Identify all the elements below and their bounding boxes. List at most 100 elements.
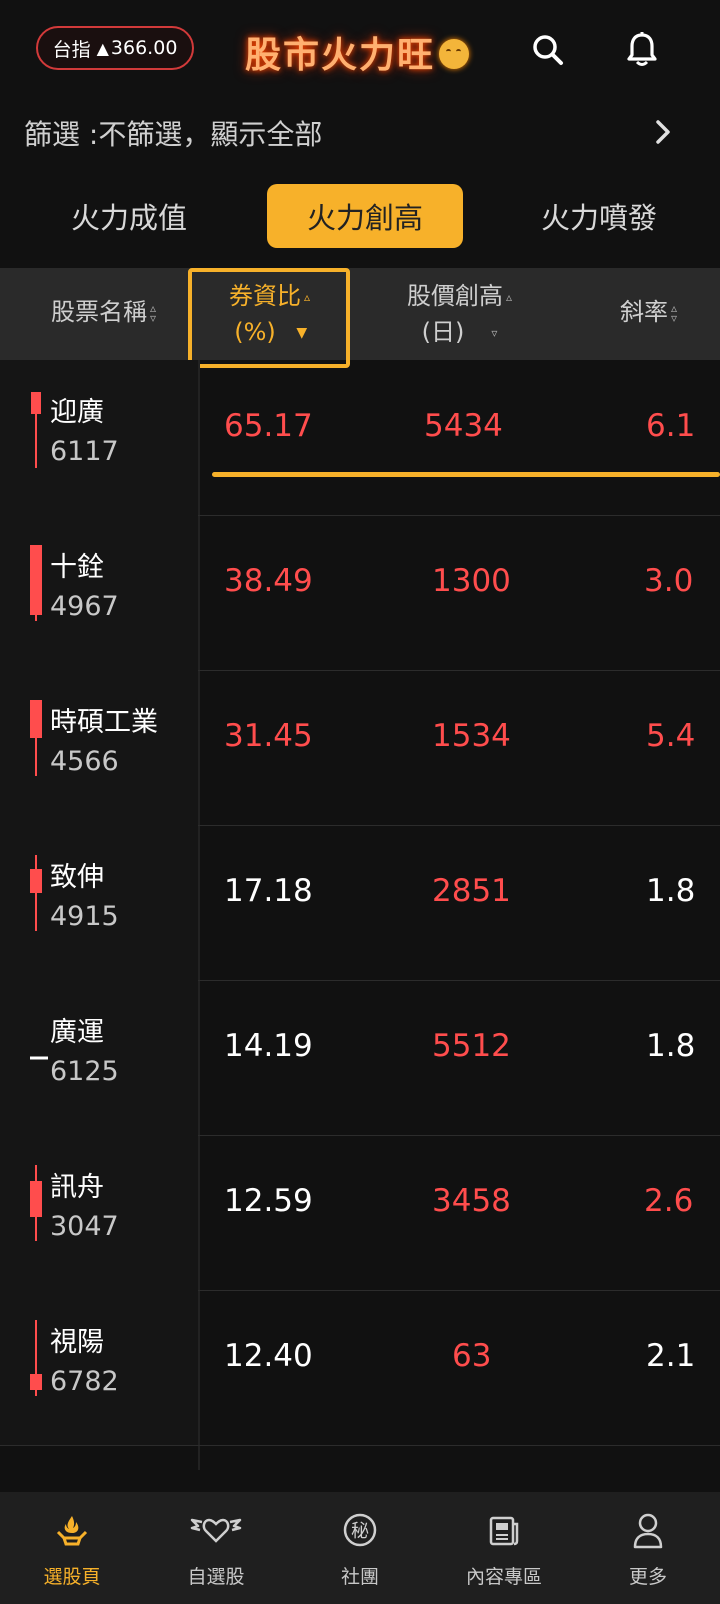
slope-value: 1.8 (646, 873, 696, 909)
nav-label: 社團 (340, 1566, 379, 1588)
col-header-high-label: 股價創高 (407, 282, 503, 310)
new-high-days: 5434 (424, 408, 503, 444)
slope-value: 3.0 (644, 563, 694, 599)
highlight-box (188, 268, 350, 368)
smile-emoji-icon (439, 39, 470, 69)
ratio-value: 31.45 (224, 718, 313, 754)
secret-badge-icon: 秘 (343, 1513, 377, 1547)
nav-item-stock-picker[interactable]: 選股頁 (0, 1492, 144, 1604)
category-tabs: 火力成值 火力創高 火力噴發 (0, 178, 720, 254)
table-row[interactable]: 迎廣 6117 65.17 5434 6.1 (0, 360, 720, 516)
name-cell: 致伸 4915 (0, 825, 198, 980)
col-header-slope[interactable]: 斜率 ▵ ▿ (620, 294, 720, 330)
ratio-value: 14.19 (224, 1028, 313, 1064)
filter-text: 篩選 :不篩選，顯示全部 (24, 118, 323, 151)
stock-code: 4967 (50, 591, 119, 622)
stock-name: 視陽 (50, 1327, 104, 1358)
filter-bar[interactable]: 篩選 :不篩選，顯示全部 (0, 100, 720, 166)
newspaper-icon (489, 1516, 519, 1546)
nav-label: 選股頁 (43, 1566, 101, 1588)
index-ticker-pill[interactable]: 台指 ▲ 366.00 (36, 26, 194, 70)
tab-label: 火力創高 (306, 201, 423, 235)
table-row[interactable]: 廣運 6125 14.19 5512 1.8 (0, 980, 720, 1136)
name-cell: 訊舟 3047 (0, 1135, 198, 1290)
bottom-nav: 選股頁 自選股 秘 社團 內容專區 更多 (0, 1492, 720, 1604)
new-high-days: 5512 (432, 1028, 511, 1064)
new-high-days: 2851 (432, 873, 511, 909)
slope-value: 1.8 (646, 1028, 696, 1064)
table-row[interactable]: 十銓 4967 38.49 1300 3.0 (0, 515, 720, 671)
stock-name: 廣運 (50, 1017, 104, 1048)
stock-code: 6782 (50, 1366, 119, 1397)
nav-label: 更多 (628, 1566, 667, 1588)
index-label: 台指 (52, 38, 91, 61)
nav-item-more[interactable]: 更多 (576, 1492, 720, 1604)
new-high-days: 1534 (432, 718, 511, 754)
table-row[interactable]: 視陽 6782 12.40 63 2.1 (0, 1290, 720, 1446)
new-high-days: 63 (452, 1338, 492, 1374)
ratio-value: 65.17 (224, 408, 313, 444)
nav-item-watchlist[interactable]: 自選股 (144, 1492, 288, 1604)
name-cell: 迎廣 6117 (0, 360, 198, 515)
nav-item-content-zone[interactable]: 內容專區 (432, 1492, 576, 1604)
name-cell: 視陽 6782 (0, 1290, 198, 1445)
hand-flame-icon (56, 1516, 88, 1546)
candlestick-icon (30, 545, 42, 621)
stock-code: 6117 (50, 436, 119, 467)
index-arrow: ▲ (96, 38, 109, 58)
table-header: 股票名稱 ▵ ▿ 券資比 ▵ (%) ▼ 股價創高 ▵ (日) ▿ 斜率 ▵ ▿ (0, 268, 720, 360)
search-button[interactable] (524, 26, 572, 74)
app-title-logo: 股市火力旺 (245, 26, 470, 78)
name-cell: 廣運 6125 (0, 980, 198, 1135)
ratio-value: 38.49 (224, 563, 313, 599)
top-bar: 台指 ▲ 366.00 股市火力旺 (0, 0, 720, 100)
secret-badge-glyph: 秘 (351, 1521, 369, 1542)
slope-value: 6.1 (646, 408, 696, 444)
index-value: 366.00 (110, 37, 178, 59)
winged-heart-icon (190, 1518, 242, 1543)
tab-label: 火力噴發 (540, 201, 657, 235)
tab-fire-turnover[interactable]: 火力成值 (44, 184, 214, 248)
app-title-text: 股市火力旺 (245, 34, 436, 76)
candlestick-icon (30, 700, 42, 776)
new-high-days: 3458 (432, 1183, 511, 1219)
col-header-high-unit: (日) (421, 318, 465, 346)
stock-name: 十銓 (50, 552, 104, 583)
tab-fire-new-high[interactable]: 火力創高 (267, 184, 463, 248)
stock-code: 4566 (50, 746, 119, 777)
nav-label: 自選股 (187, 1566, 245, 1588)
sort-icon: ▵ (505, 290, 513, 304)
stock-code: 6125 (50, 1056, 119, 1087)
stock-name: 訊舟 (50, 1172, 104, 1203)
col-header-price-new-high[interactable]: 股價創高 ▵ (日) ▿ (386, 278, 536, 350)
stock-name: 時碩工業 (50, 707, 158, 738)
table-row[interactable]: 致伸 4915 17.18 2851 1.8 (0, 825, 720, 981)
candlestick-icon (30, 1320, 42, 1396)
name-cell: 時碩工業 4566 (0, 670, 198, 825)
search-icon (533, 35, 563, 65)
sort-icon: ▵ ▿ (149, 301, 157, 325)
table-row[interactable]: 時碩工業 4566 31.45 1534 5.4 (0, 670, 720, 826)
nav-item-community[interactable]: 秘 社團 (288, 1492, 432, 1604)
candlestick-flat-icon (30, 1056, 48, 1060)
sort-icon: ▿ (491, 326, 498, 340)
notification-button[interactable] (618, 26, 666, 74)
row-highlight-underline (212, 472, 720, 477)
new-high-days: 1300 (432, 563, 511, 599)
tab-fire-burst[interactable]: 火力噴發 (514, 184, 684, 248)
tab-label: 火力成值 (70, 201, 187, 235)
col-header-slope-label: 斜率 (620, 298, 668, 326)
stock-name: 致伸 (50, 862, 104, 893)
stock-code: 4915 (50, 901, 119, 932)
candlestick-icon (30, 1165, 42, 1241)
ratio-value: 17.18 (224, 873, 313, 909)
slope-value: 5.4 (646, 718, 696, 754)
slope-value: 2.1 (646, 1338, 696, 1374)
table-row[interactable]: 訊舟 3047 12.59 3458 2.6 (0, 1135, 720, 1291)
col-header-name[interactable]: 股票名稱 ▵ ▿ (20, 294, 190, 330)
slope-value: 2.6 (644, 1183, 694, 1219)
ratio-value: 12.40 (224, 1338, 313, 1374)
sort-icon: ▵ ▿ (670, 301, 678, 325)
stock-name: 迎廣 (50, 397, 104, 428)
candlestick-icon (31, 392, 41, 468)
